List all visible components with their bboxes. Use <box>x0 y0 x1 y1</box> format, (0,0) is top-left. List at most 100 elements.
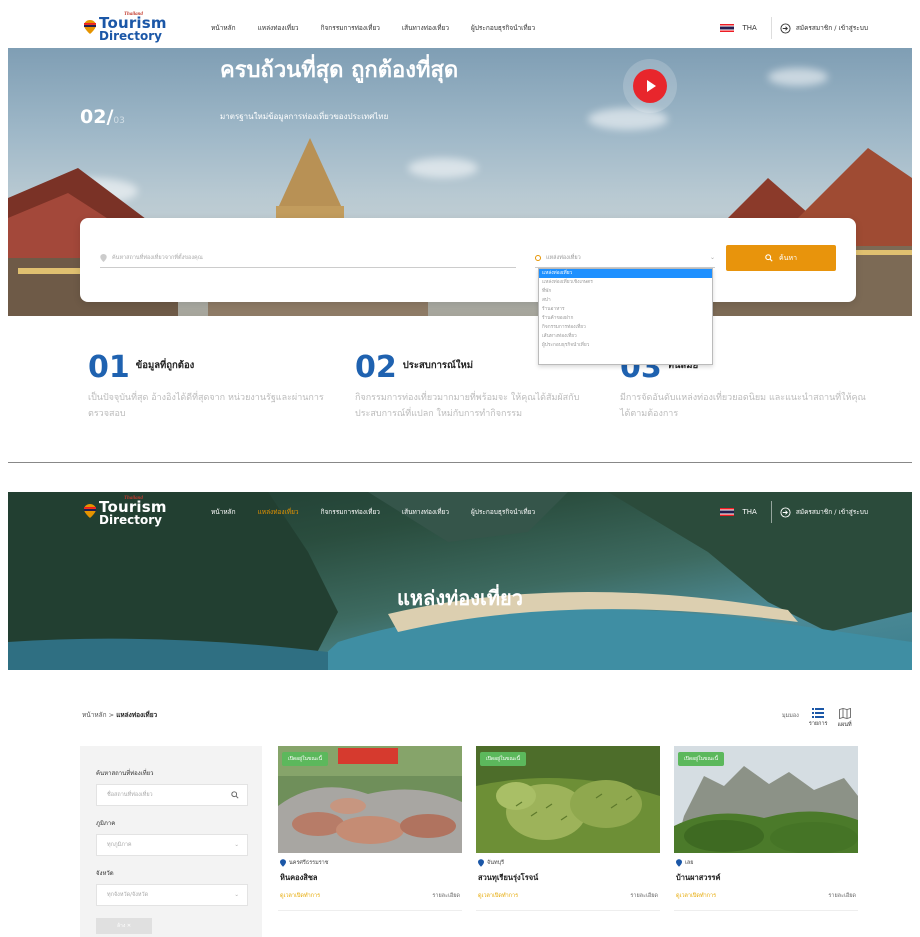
attraction-location: นครศรีธรรมราช <box>278 859 462 867</box>
site-logo[interactable]: Thailand Tourism Directory <box>84 496 167 528</box>
nav-activities[interactable]: กิจกรรมการท่องเที่ยว <box>321 23 380 33</box>
open-now-badge: เปิดอยู่ในขณะนี้ <box>480 752 527 766</box>
location-pin-icon <box>478 859 484 867</box>
chevron-down-icon: ⌄ <box>709 254 715 261</box>
list-view-label: รายการ <box>808 721 828 727</box>
details-link[interactable]: รายละเอียด <box>432 892 460 900</box>
filter-search-placeholder: ชื่อสถานที่ท่องเที่ยว <box>107 792 153 798</box>
province-select[interactable]: ทุกจังหวัด/จังหวัด ⌄ <box>96 884 248 906</box>
logo-pin-icon <box>84 504 96 518</box>
attraction-card[interactable]: เปิดอยู่ในขณะนี้ เลย บ้านผาสวรรค์ ดูเวลา… <box>674 746 858 937</box>
dropdown-option[interactable]: ผู้ประกอบธุรกิจนำเที่ยว <box>539 341 712 350</box>
location-search-input[interactable]: ค้นหาสถานที่ท่องเที่ยวจากที่ตั้งของคุณ <box>100 248 516 268</box>
nav-routes[interactable]: เส้นทางท่องเที่ยว <box>402 507 449 517</box>
province-value: ทุกจังหวัด/จังหวัด <box>107 892 149 898</box>
dropdown-option[interactable]: กิจกรรมการท่องเที่ยว <box>539 323 712 332</box>
open-now-badge: เปิดอยู่ในขณะนี้ <box>282 752 329 766</box>
view-label: มุมมอง <box>782 713 799 719</box>
dropdown-option[interactable]: แหล่งท่องเที่ยวเชิงเกษตร <box>539 278 712 287</box>
filter-region-label: ภูมิภาค <box>96 820 116 827</box>
opening-hours-link[interactable]: ดูเวลาเปิดทำการ <box>676 892 716 900</box>
language-selector[interactable]: THA <box>742 24 756 32</box>
nav-tour-operators[interactable]: ผู้ประกอบธุรกิจนำเที่ยว <box>471 507 535 517</box>
attraction-card[interactable]: เปิดอยู่ในขณะนี้ จันทบุรี สวนทุเรียนรุ่ง… <box>476 746 660 937</box>
nav-routes[interactable]: เส้นทางท่องเที่ยว <box>402 23 449 33</box>
slide-counter: 02/03 <box>80 106 125 128</box>
page: Thailand Tourism Directory หน้าหลัก แหล่… <box>0 0 920 937</box>
opening-hours-link[interactable]: ดูเวลาเปิดทำการ <box>280 892 320 900</box>
dropdown-option[interactable]: สปา <box>539 296 712 305</box>
thai-flag-icon[interactable] <box>720 508 735 516</box>
hero-headline: ครบถ้วนที่สุด ถูกต้องที่สุด <box>220 58 459 83</box>
attraction-meta: ดูเวลาเปิดทำการ รายละเอียด <box>674 892 858 900</box>
attraction-meta: ดูเวลาเปิดทำการ รายละเอียด <box>476 892 660 900</box>
attraction-name[interactable]: บ้านผาสวรรค์ <box>674 872 858 884</box>
feature-description: มีการจัดอันดับแหล่งท่องเที่ยวยอดนิยม และ… <box>620 393 866 419</box>
map-icon <box>838 708 851 719</box>
dropdown-option[interactable]: ร้านอาหาร <box>539 305 712 314</box>
nav-tour-operators[interactable]: ผู้ประกอบธุรกิจนำเที่ยว <box>471 23 535 33</box>
page-title: แหล่งท่องเที่ยว <box>396 586 524 610</box>
attraction-name[interactable]: สวนทุเรียนรุ่งโรจน์ <box>476 872 660 884</box>
slide-total: 03 <box>113 116 125 126</box>
search-button-label: ค้นหา <box>778 253 797 262</box>
card-divider <box>278 910 462 911</box>
attraction-name[interactable]: หินคองสิชล <box>278 872 462 884</box>
section-divider <box>8 462 912 463</box>
login-icon <box>780 22 791 34</box>
nav-home[interactable]: หน้าหลัก <box>211 507 236 517</box>
dropdown-option[interactable]: เส้นทางท่องเที่ยว <box>539 332 712 341</box>
page-header: Thailand Tourism Directory หน้าหลัก แหล่… <box>8 492 912 532</box>
language-selector[interactable]: THA <box>742 508 756 516</box>
filter-search-input[interactable]: ชื่อสถานที่ท่องเที่ยว <box>96 784 248 806</box>
attraction-location: เลย <box>674 859 858 867</box>
feature-description: เป็นปัจจุบันที่สุด อ้างอิงได้ดีที่สุดจาก… <box>88 393 324 419</box>
login-icon <box>780 506 791 518</box>
attraction-image[interactable]: เปิดอยู่ในขณะนี้ <box>278 746 462 853</box>
dropdown-option[interactable]: ร้านค้าของฝาก <box>539 314 712 323</box>
nav-activities[interactable]: กิจกรรมการท่องเที่ยว <box>321 507 380 517</box>
attraction-province: นครศรีธรรมราช <box>289 860 329 866</box>
breadcrumb-home[interactable]: หน้าหลัก <box>82 711 107 719</box>
details-link[interactable]: รายละเอียด <box>630 892 658 900</box>
dropdown-option[interactable]: แหล่งท่องเที่ยว <box>539 269 712 278</box>
category-select[interactable]: แหล่งท่องเที่ยว ⌄ <box>535 248 715 268</box>
slide-current: 02/ <box>80 106 114 128</box>
filter-search-label: ค้นหาสถานที่ท่องเที่ยว <box>96 770 154 777</box>
nav-attractions[interactable]: แหล่งท่องเที่ยว <box>258 23 299 33</box>
site-logo[interactable]: Thailand Tourism Directory <box>84 12 167 44</box>
opening-hours-link[interactable]: ดูเวลาเปิดทำการ <box>478 892 518 900</box>
nav-attractions[interactable]: แหล่งท่องเที่ยว <box>258 507 299 517</box>
location-pin-icon <box>100 253 107 262</box>
clear-filters-button[interactable]: ล้าง ✕ <box>96 918 152 934</box>
login-link[interactable]: สมัครสมาชิก / เข้าสู่ระบบ <box>796 507 868 517</box>
chevron-down-icon: ⌄ <box>234 892 239 898</box>
cloud-decoration <box>588 108 668 130</box>
filter-panel: ค้นหาสถานที่ท่องเที่ยว ชื่อสถานที่ท่องเท… <box>80 746 262 937</box>
header-divider <box>770 501 772 523</box>
card-divider <box>476 910 660 911</box>
category-dropdown: แหล่งท่องเที่ยว แหล่งท่องเที่ยวเชิงเกษตร… <box>538 268 713 365</box>
dropdown-option[interactable]: ที่พัก <box>539 287 712 296</box>
feature-number: 01 <box>88 350 130 385</box>
header-divider <box>770 17 772 39</box>
attraction-province: จันทบุรี <box>487 860 505 866</box>
attraction-meta: ดูเวลาเปิดทำการ รายละเอียด <box>278 892 462 900</box>
header-right: THA สมัครสมาชิก / เข้าสู่ระบบ <box>720 492 868 532</box>
map-view-button[interactable]: แผนที่ <box>838 708 852 729</box>
attraction-image[interactable]: เปิดอยู่ในขณะนี้ <box>674 746 858 853</box>
region-value: ทุกภูมิภาค <box>107 842 132 848</box>
search-icon[interactable] <box>231 791 239 799</box>
search-button[interactable]: ค้นหา <box>726 245 836 271</box>
play-video-button[interactable] <box>633 69 667 103</box>
login-link[interactable]: สมัครสมาชิก / เข้าสู่ระบบ <box>796 23 868 33</box>
attraction-card[interactable]: เปิดอยู่ในขณะนี้ นครศรีธรรมราช หินคองสิช… <box>278 746 462 937</box>
region-select[interactable]: ทุกภูมิภาค ⌄ <box>96 834 248 856</box>
top-header: Thailand Tourism Directory หน้าหลัก แหล่… <box>8 8 912 48</box>
attraction-image[interactable]: เปิดอยู่ในขณะนี้ <box>476 746 660 853</box>
nav-home[interactable]: หน้าหลัก <box>211 23 236 33</box>
details-link[interactable]: รายละเอียด <box>828 892 856 900</box>
thai-flag-icon[interactable] <box>720 24 735 32</box>
list-view-button[interactable]: รายการ <box>809 708 828 728</box>
list-icon <box>812 708 825 718</box>
